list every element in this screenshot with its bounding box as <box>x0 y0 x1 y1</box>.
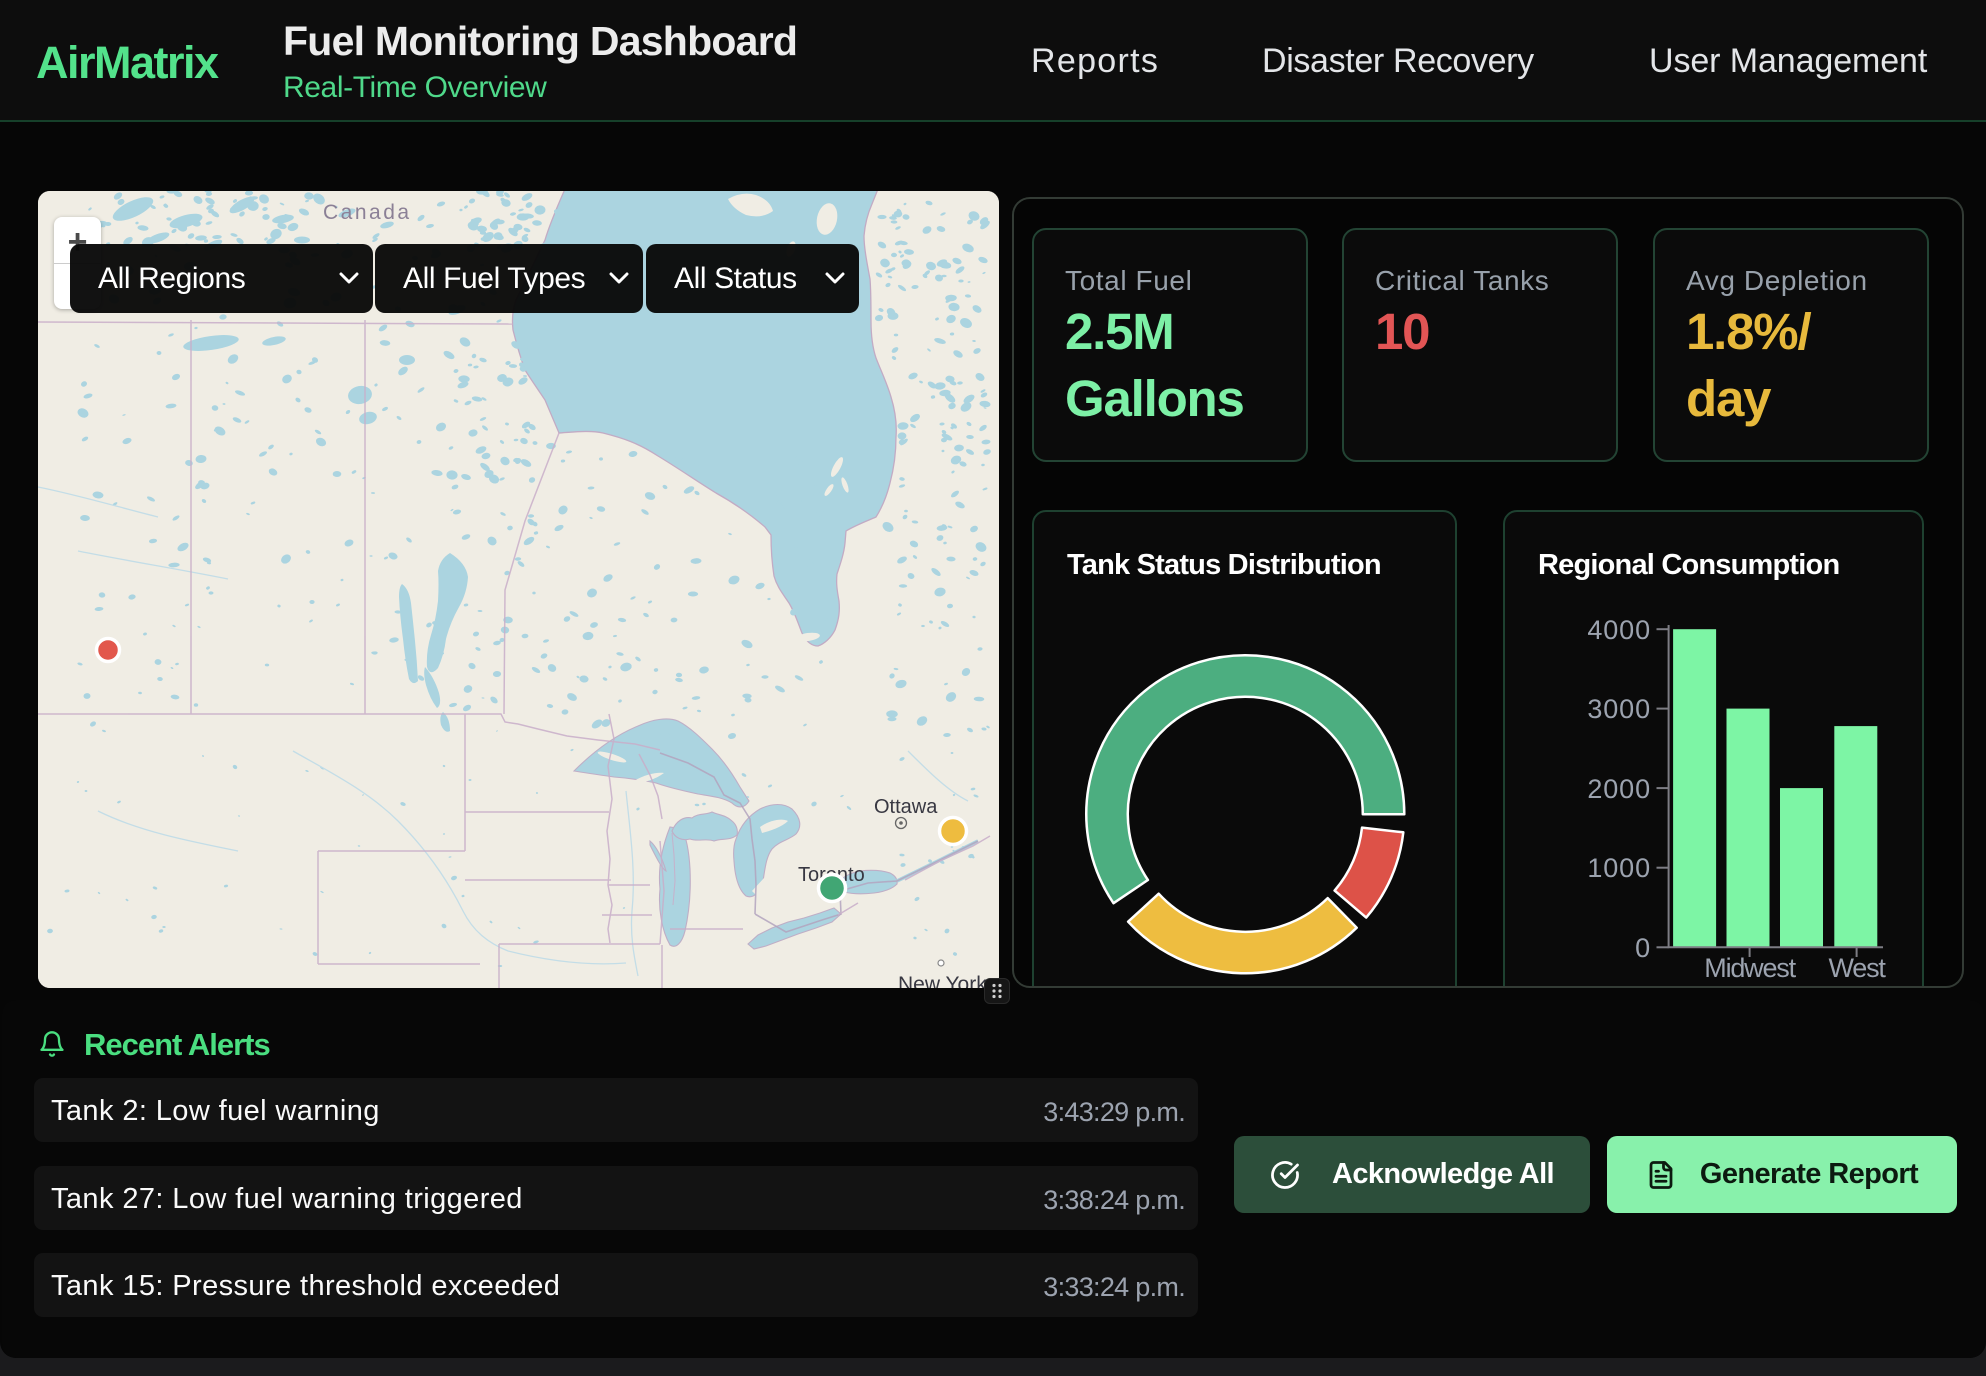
svg-text:1000: 1000 <box>1587 853 1651 883</box>
svg-text:West: West <box>1828 953 1886 983</box>
svg-text:New York: New York <box>898 973 987 988</box>
svg-text:2000: 2000 <box>1587 774 1651 804</box>
svg-text:Canada: Canada <box>323 201 412 224</box>
svg-text:0: 0 <box>1635 933 1651 963</box>
svg-text:3000: 3000 <box>1587 694 1651 724</box>
svg-text:4000: 4000 <box>1587 615 1651 645</box>
svg-text:Midwest: Midwest <box>1704 953 1796 983</box>
svg-text:Ottawa: Ottawa <box>874 796 938 818</box>
